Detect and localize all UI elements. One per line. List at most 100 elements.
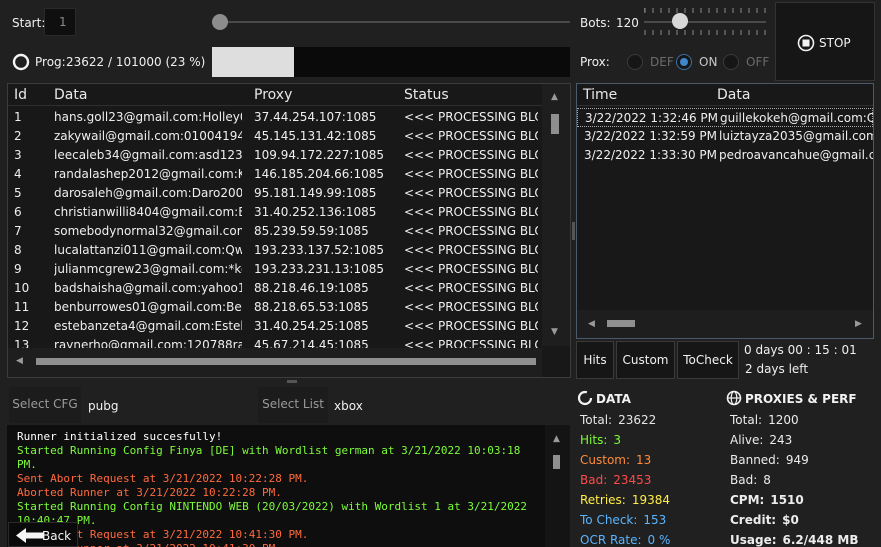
select-cfg-button[interactable]: Select CFG xyxy=(9,387,81,423)
perf-stats-title: PROXIES & PERF xyxy=(745,392,857,406)
perf-stat: Total: 1200 xyxy=(730,413,799,427)
bots-slider[interactable] xyxy=(644,8,766,36)
cell-status: <<< PROCESSING BLOCK xyxy=(404,243,538,257)
perf-stat-label: Banned: xyxy=(730,453,780,467)
log-line: Runner initialized succesfully! xyxy=(17,430,223,443)
cell-status: <<< PROCESSING BLOCK xyxy=(404,148,538,162)
hits-scroll-left-arrow-icon[interactable]: ◀ xyxy=(588,319,595,329)
table-row[interactable]: 11benburrowes01@gmail.com:Benbur88.218.6… xyxy=(8,298,538,317)
col-time-header[interactable]: Time xyxy=(583,87,617,103)
log-line: Sent Abort Request at 3/21/2022 10:22:28… xyxy=(17,472,309,485)
prox-radio-on-label: ON xyxy=(699,55,718,69)
data-grid-vscroll-thumb[interactable] xyxy=(551,114,559,134)
table-row[interactable]: 7somebodynormal32@gmail.com:mi85.239.59.… xyxy=(8,222,538,241)
table-row[interactable]: 5 darosaleh@gmail.com:Daro2001 95.181.149.… xyxy=(8,184,538,203)
cell-time: 3/22/2022 1:33:30 PM xyxy=(584,148,718,162)
time-left: 2 days left xyxy=(745,362,809,376)
perf-stats-list: Total: 1200 Alive: 243 Banned: 949 Bad: 8 CPM: 15… xyxy=(730,413,880,547)
col-hit-data-header[interactable]: Data xyxy=(717,87,750,103)
vertical-splitter[interactable] xyxy=(572,222,575,240)
cfg-name: pubg xyxy=(88,399,119,413)
select-list-button[interactable]: Select List xyxy=(258,387,328,423)
cell-status: <<< PROCESSING BLOCK xyxy=(404,319,538,333)
prox-radio-def-label: DEF xyxy=(650,55,674,69)
col-data-header[interactable]: Data xyxy=(54,87,87,103)
col-id-header[interactable]: Id xyxy=(14,87,27,103)
perf-stat-label: Total: xyxy=(730,413,763,427)
data-grid-rows: 1hans.goll23@gmail.com:Holley052237.44.2… xyxy=(8,108,538,348)
hit-row[interactable]: 3/22/2022 1:32:46 PM guillekokeh@gmail.co… xyxy=(577,108,873,127)
cell-data: benburrowes01@gmail.com:Benbur xyxy=(54,300,242,314)
hits-scroll-right-arrow-icon[interactable]: ▶ xyxy=(855,319,862,329)
back-button[interactable]: Back xyxy=(8,522,78,547)
start-input[interactable]: 1 xyxy=(44,8,76,36)
horizontal-splitter[interactable] xyxy=(7,380,571,383)
data-stat: Total: 23622 xyxy=(580,413,656,427)
log-line: Started Running Config Finya [DE] with W… xyxy=(17,444,521,457)
cell-id: 8 xyxy=(14,243,22,257)
perf-stat-label: Alive: xyxy=(730,433,764,447)
table-row[interactable]: 8lucalattanzi011@gmail.com:Qwerty193.233… xyxy=(8,241,538,260)
perf-stat: CPM: 1510 xyxy=(730,493,804,507)
perf-stat-value: 8 xyxy=(763,473,771,487)
tab-hits[interactable]: Hits xyxy=(576,341,614,379)
table-row[interactable]: 6christianwilli8404@gmail.com:Baller31.4… xyxy=(8,203,538,222)
table-row[interactable]: 2zakywail@gmail.com:01004194616z45.145.1… xyxy=(8,127,538,146)
data-grid-header: Id Data Proxy Status xyxy=(8,84,570,106)
table-row[interactable]: 13 raynerho@gmail.com:120788ray 45.67.214.… xyxy=(8,336,538,348)
progress-label: Prog: xyxy=(35,55,66,69)
cell-data: somebodynormal32@gmail.com:mi xyxy=(54,224,242,238)
cell-status: <<< PROCESSING BLOCK xyxy=(404,205,538,219)
table-row[interactable]: 3 leecaleb34@gmail.com:asd123 109.94.172.2… xyxy=(8,146,538,165)
table-row[interactable]: 1hans.goll23@gmail.com:Holley052237.44.2… xyxy=(8,108,538,127)
list-name: xbox xyxy=(334,399,363,413)
perf-stat-value: 1510 xyxy=(770,493,804,507)
bots-value: 120 xyxy=(616,16,639,30)
table-row[interactable]: 12estebanzeta4@gmail.com:Esteban131.40.2… xyxy=(8,317,538,336)
data-stat-value: 0 % xyxy=(647,533,671,547)
bots-slider-thumb[interactable] xyxy=(672,13,688,29)
table-row[interactable]: 9julianmcgrew23@gmail.com:*kenzo193.233.… xyxy=(8,260,538,279)
cell-status: <<< PROCESSING BLOCK xyxy=(404,129,538,143)
start-slider-thumb[interactable] xyxy=(212,14,228,30)
log-vscroll[interactable]: ▲ xyxy=(545,425,570,547)
data-grid[interactable]: Id Data Proxy Status 1 hans.goll23@gmail.… xyxy=(7,83,571,378)
cell-status: <<< PROCESSING BLOCK xyxy=(404,224,538,238)
data-grid-hscroll[interactable]: ◀ xyxy=(8,348,542,377)
data-grid-hscroll-thumb[interactable] xyxy=(36,358,536,365)
scroll-up-arrow-icon[interactable]: ▲ xyxy=(551,92,558,102)
tab-tocheck[interactable]: ToCheck xyxy=(677,341,739,379)
log-scroll-up-arrow-icon[interactable]: ▲ xyxy=(553,434,560,444)
hit-row[interactable]: 3/22/2022 1:32:59 PM luiztayza2035@gmail.… xyxy=(577,127,873,146)
start-label: Start: xyxy=(12,16,46,30)
perf-stat: Banned: 949 xyxy=(730,453,809,467)
scroll-down-arrow-icon[interactable]: ▼ xyxy=(551,327,558,337)
table-row[interactable]: 10badshaisha@gmail.com:yahoo123488.218.4… xyxy=(8,279,538,298)
hits-grid-hscroll-thumb[interactable] xyxy=(607,320,635,327)
col-status-header[interactable]: Status xyxy=(404,87,449,103)
log-vscroll-thumb[interactable] xyxy=(553,455,560,469)
data-stat: OCR Rate: 0 % xyxy=(580,533,670,547)
col-proxy-header[interactable]: Proxy xyxy=(254,87,292,103)
hits-grid-hscroll[interactable]: ◀ ▶ xyxy=(577,310,873,338)
start-slider[interactable] xyxy=(212,12,570,32)
perf-stat-label: Usage: xyxy=(730,533,777,547)
data-stats-icon xyxy=(577,390,593,406)
prox-radio-on[interactable] xyxy=(676,54,692,70)
hits-grid[interactable]: Time Data 3/22/2022 1:32:46 PM guillekoke… xyxy=(576,83,874,339)
scroll-left-arrow-icon[interactable]: ◀ xyxy=(16,356,23,366)
prox-radio-def[interactable] xyxy=(627,54,643,70)
log-panel[interactable]: Runner initialized succesfully! Started R… xyxy=(7,425,570,547)
cell-data: christianwilli8404@gmail.com:Baller xyxy=(54,205,242,219)
log-lines: Runner initialized succesfully! Started R… xyxy=(17,430,543,547)
hit-row[interactable]: 3/22/2022 1:33:30 PM pedroavancahue@gmail… xyxy=(577,146,873,165)
table-row[interactable]: 4randalashep2012@gmail.com:Kylun146.185.… xyxy=(8,165,538,184)
cell-id: 12 xyxy=(14,319,30,333)
data-stat: To Check: 153 xyxy=(580,513,666,527)
data-grid-vscroll[interactable]: ▲ ▼ xyxy=(542,84,570,346)
tab-custom[interactable]: Custom xyxy=(616,341,675,379)
prox-radio-off[interactable] xyxy=(723,54,739,70)
stop-button[interactable]: STOP xyxy=(775,2,875,81)
cell-hit-data: guillekokeh@gmail.com:Canc xyxy=(720,111,873,125)
cell-status: <<< PROCESSING BLOCK xyxy=(404,281,538,295)
